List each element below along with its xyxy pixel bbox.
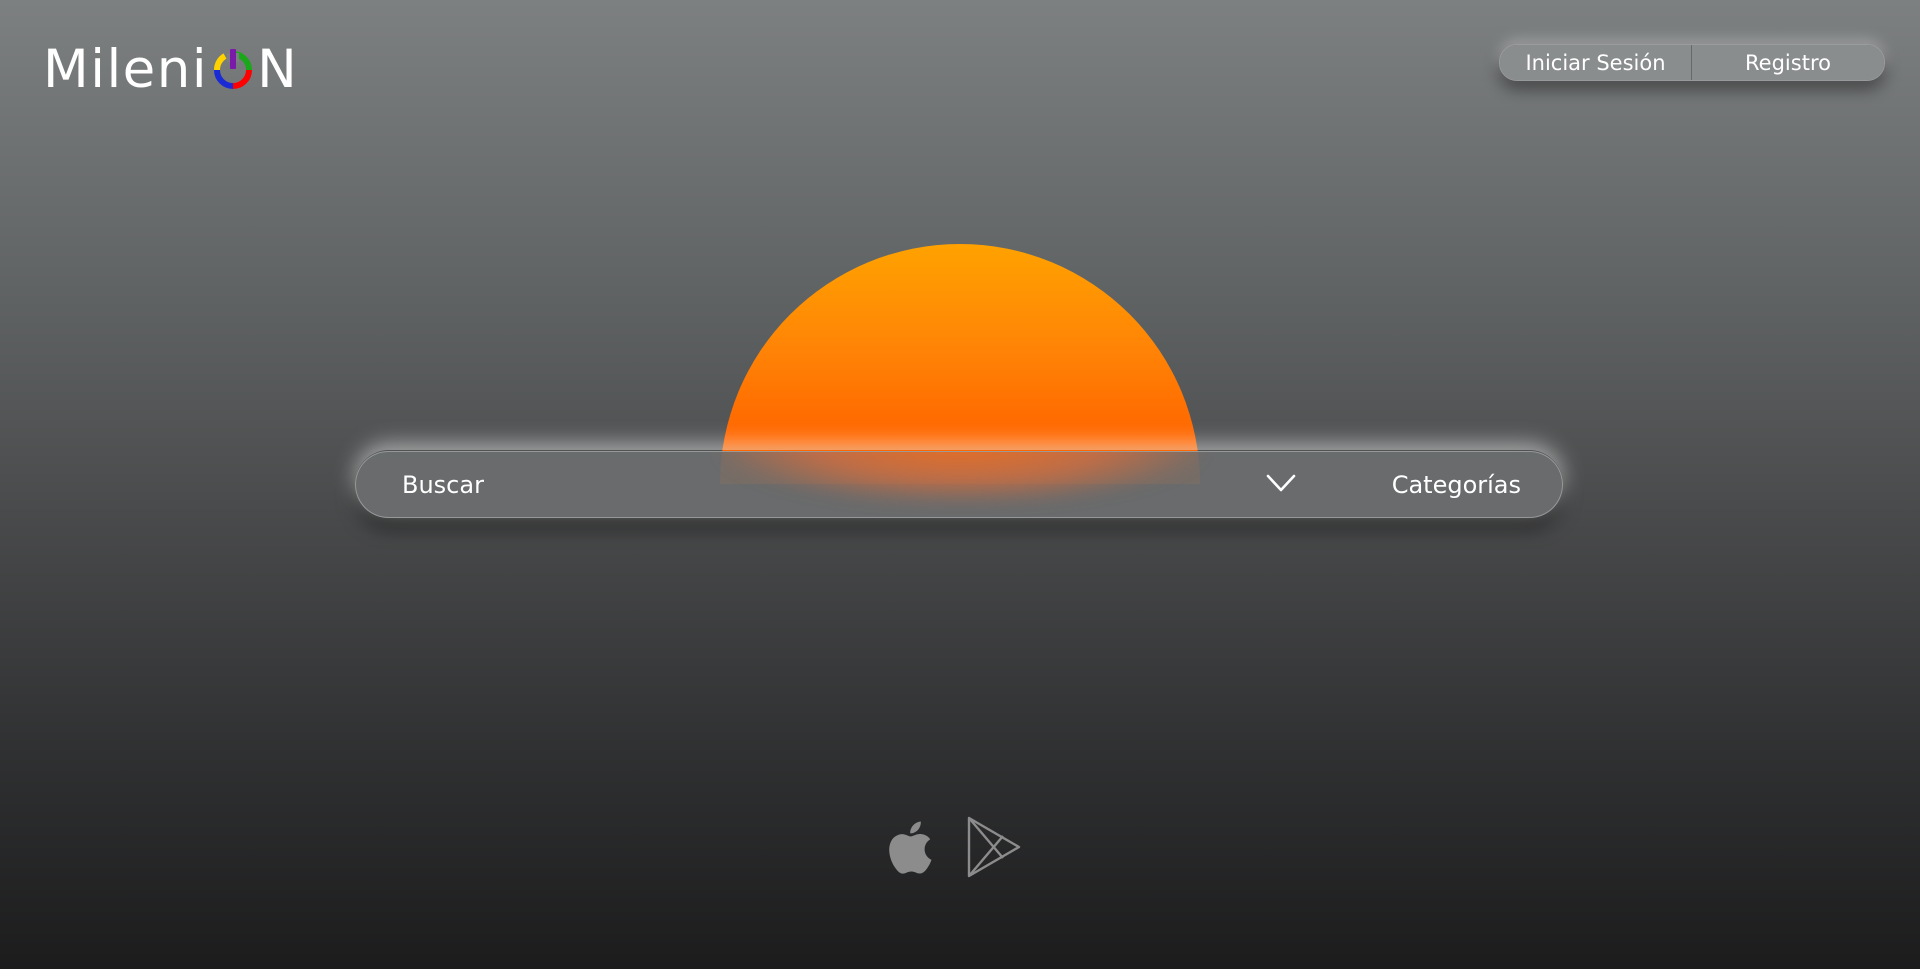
apple-icon[interactable]: [880, 816, 934, 878]
categories-dropdown[interactable]: Categorías: [1392, 452, 1521, 517]
logo-text-start: Mileni: [43, 38, 209, 100]
login-button[interactable]: Iniciar Sesión: [1500, 45, 1692, 80]
app-store-links: [880, 816, 1022, 878]
brand-logo[interactable]: Mileni N: [43, 36, 298, 102]
search-input[interactable]: [402, 452, 902, 517]
logo-text-end: N: [257, 38, 299, 100]
power-icon: [214, 49, 253, 89]
auth-buttons: Iniciar Sesión Registro: [1499, 44, 1885, 81]
register-button[interactable]: Registro: [1692, 45, 1884, 80]
chevron-down-icon[interactable]: [1266, 472, 1296, 494]
sun-graphic: [720, 244, 1200, 484]
play-store-icon[interactable]: [966, 816, 1022, 878]
search-bar: Categorías: [355, 451, 1563, 518]
